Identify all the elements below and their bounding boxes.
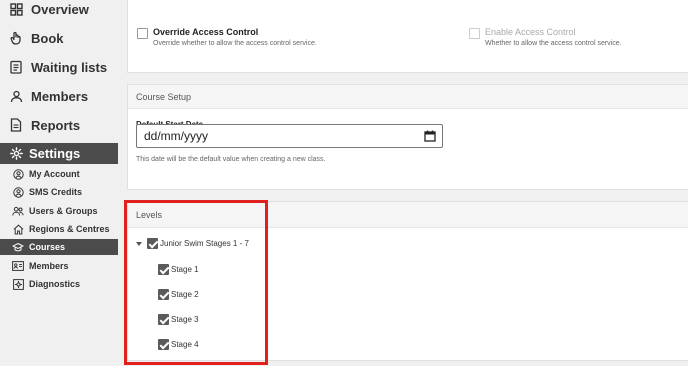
sidebar-subitem-users-groups[interactable]: Users & Groups — [0, 203, 118, 219]
date-input-placeholder: dd/mm/yyyy — [144, 129, 209, 143]
graduation-cap-icon — [12, 241, 24, 253]
default-start-date-hint: This date will be the default value when… — [136, 156, 326, 163]
enable-access-desc: Whether to allow the access control serv… — [485, 40, 622, 47]
sidebar-item-label: Book — [31, 30, 64, 46]
enable-access-title: Enable Access Control — [485, 27, 576, 37]
enable-access-option: Enable Access Control Whether to allow t… — [469, 27, 622, 47]
access-control-panel: Override Access Control Override whether… — [127, 0, 688, 73]
home-icon — [12, 223, 24, 235]
override-access-option: Override Access Control Override whether… — [137, 27, 317, 47]
users-icon — [12, 205, 24, 217]
id-card-icon — [12, 260, 24, 272]
document-icon — [9, 118, 23, 132]
sidebar-item-label: My Account — [29, 169, 80, 179]
sidebar-item-label: Reports — [31, 117, 81, 133]
sidebar-subitem-regions-centres[interactable]: Regions & Centres — [0, 221, 118, 237]
override-access-desc: Override whether to allow the access con… — [153, 40, 317, 47]
sidebar-subitem-sms-credits[interactable]: SMS Credits — [0, 184, 118, 200]
sidebar-item-label: Waiting lists — [31, 59, 108, 75]
calendar-icon[interactable] — [424, 130, 436, 142]
course-setup-header: Course Setup — [128, 85, 688, 109]
sidebar-subitem-my-account[interactable]: My Account — [0, 166, 118, 182]
sidebar-item-label: Members — [29, 261, 69, 271]
sidebar-item-label: Members — [31, 88, 89, 104]
sidebar: Overview Book Waiting lists Members Repo… — [0, 0, 122, 366]
sidebar-subitem-members[interactable]: Members — [0, 258, 118, 274]
user-circle-icon — [12, 186, 24, 198]
user-circle-icon — [12, 168, 24, 180]
hand-pointer-icon — [9, 31, 23, 45]
enable-access-checkbox[interactable] — [469, 28, 480, 39]
gear-icon — [9, 147, 23, 161]
sidebar-item-label: Diagnostics — [29, 279, 81, 289]
sidebar-item-reports[interactable]: Reports — [0, 112, 80, 138]
sidebar-item-label: Courses — [29, 242, 66, 252]
course-setup-panel: Course Setup Default Start Date dd/mm/yy… — [127, 84, 688, 190]
override-access-title: Override Access Control — [153, 27, 259, 37]
sidebar-item-label: Regions & Centres — [29, 224, 110, 234]
sidebar-item-label: Settings — [29, 146, 81, 161]
diagnostics-icon — [12, 278, 24, 290]
sidebar-subitem-diagnostics[interactable]: Diagnostics — [0, 276, 118, 292]
sidebar-item-label: Overview — [31, 1, 89, 17]
sidebar-item-label: Users & Groups — [29, 206, 98, 216]
sidebar-subitem-courses[interactable]: Courses — [0, 239, 118, 255]
sidebar-item-members[interactable]: Members — [0, 83, 88, 109]
clipboard-list-icon — [9, 60, 23, 74]
user-icon — [9, 89, 23, 103]
sidebar-item-book[interactable]: Book — [0, 25, 64, 51]
highlight-box — [124, 200, 268, 365]
sidebar-item-waiting-lists[interactable]: Waiting lists — [0, 54, 107, 80]
sidebar-item-label: SMS Credits — [29, 187, 83, 197]
grid-icon — [9, 2, 23, 16]
sidebar-item-settings[interactable]: Settings — [0, 143, 118, 164]
override-access-checkbox[interactable] — [137, 28, 148, 39]
default-start-date-input[interactable]: dd/mm/yyyy — [136, 124, 443, 148]
sidebar-item-overview[interactable]: Overview — [0, 0, 89, 22]
